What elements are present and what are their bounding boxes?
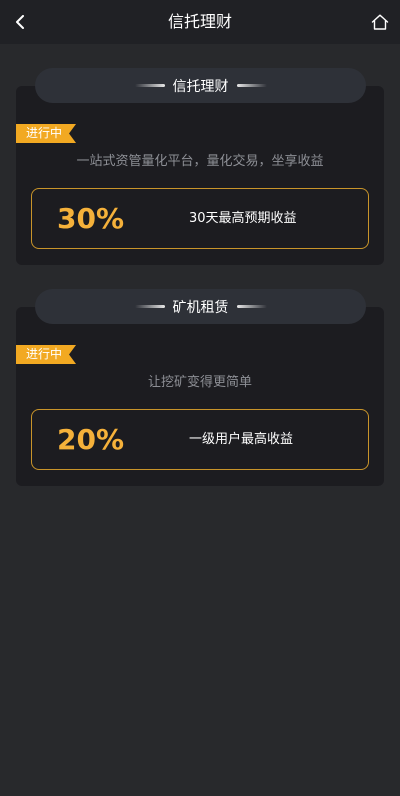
top-bar: 信托理财 xyxy=(0,0,400,44)
status-badge: 进行中 xyxy=(16,124,76,143)
yield-value: 30% xyxy=(57,202,125,235)
decorative-line xyxy=(236,84,267,87)
page-title: 信托理财 xyxy=(167,12,232,31)
decorative-line xyxy=(134,84,165,87)
home-icon xyxy=(371,14,389,30)
card-header-pill: 信托理财 xyxy=(35,68,366,103)
card-subtitle: 一站式资管量化平台，量化交易，坐享收益 xyxy=(76,154,324,169)
yield-box: 20% 一级用户最高收益 xyxy=(31,409,369,470)
yield-box: 30% 30天最高预期收益 xyxy=(31,188,369,249)
status-badge: 进行中 xyxy=(16,345,76,364)
card-title: 矿机租赁 xyxy=(172,299,229,316)
product-card-mining[interactable]: 矿机租赁 进行中 让挖矿变得更简单 20% 一级用户最高收益 xyxy=(16,289,384,486)
card-title: 信托理财 xyxy=(172,78,229,95)
yield-value: 20% xyxy=(57,423,125,456)
decorative-line xyxy=(134,305,165,308)
product-card-trust[interactable]: 信托理财 进行中 一站式资管量化平台，量化交易，坐享收益 30% 30天最高预期… xyxy=(16,68,384,265)
yield-label: 30天最高预期收益 xyxy=(189,211,297,226)
yield-label: 一级用户最高收益 xyxy=(189,432,294,447)
decorative-line xyxy=(236,305,267,308)
card-subtitle: 让挖矿变得更简单 xyxy=(147,375,252,390)
card-header-pill: 矿机租赁 xyxy=(35,289,366,324)
home-button[interactable] xyxy=(368,10,392,34)
